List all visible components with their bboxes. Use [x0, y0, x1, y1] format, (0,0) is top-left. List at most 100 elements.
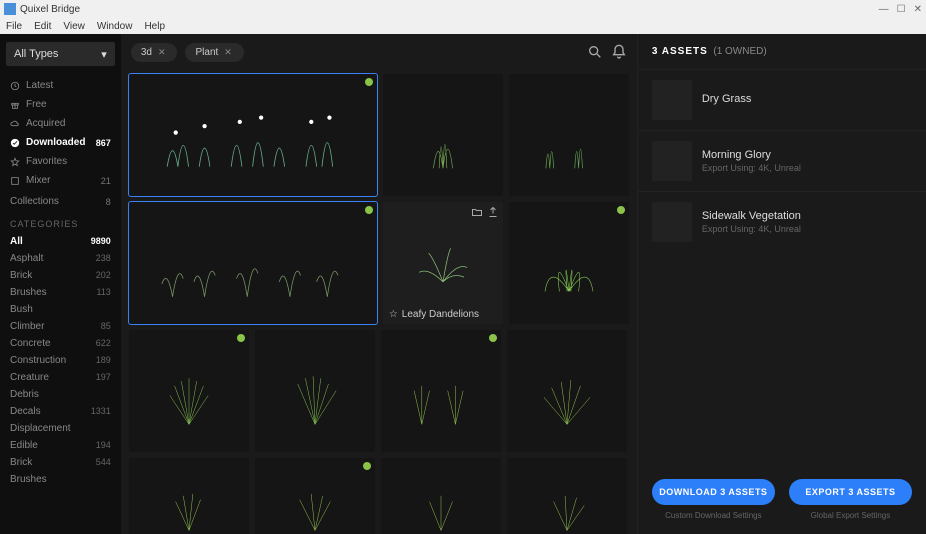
asset-tile[interactable] [255, 330, 375, 452]
menu-view[interactable]: View [63, 21, 85, 32]
category-bush[interactable]: Bush [0, 301, 121, 318]
category-label: Concrete [10, 338, 51, 349]
asset-tile[interactable] [509, 74, 629, 196]
export-settings-link[interactable]: Global Export Settings [811, 511, 891, 520]
asset-tile[interactable] [129, 458, 249, 534]
asset-tile[interactable] [381, 458, 501, 534]
category-climber[interactable]: Climber85 [0, 318, 121, 335]
selected-asset-row[interactable]: Dry Grass [638, 69, 926, 130]
remove-filter-icon[interactable]: ✕ [224, 47, 232, 58]
asset-tile[interactable] [255, 458, 375, 534]
category-concrete[interactable]: Concrete622 [0, 335, 121, 352]
category-creature[interactable]: Creature197 [0, 369, 121, 386]
menu-edit[interactable]: Edit [34, 21, 51, 32]
asset-grid[interactable]: ☆ Leafy Dandelions [121, 70, 637, 534]
sidebar-item-mixer[interactable]: Mixer21 [0, 171, 121, 190]
nav-label: Free [26, 99, 47, 110]
categories-heading: CATEGORIES [0, 211, 121, 233]
menu-window[interactable]: Window [97, 21, 133, 32]
selection-owned: (1 OWNED) [713, 46, 766, 57]
category-brushes[interactable]: Brushes113 [0, 284, 121, 301]
category-count: 113 [96, 287, 110, 298]
asset-tile[interactable] [507, 458, 627, 534]
asset-tile[interactable] [507, 330, 627, 452]
nav-label: Acquired [26, 118, 65, 129]
category-count: 189 [96, 355, 111, 366]
asset-subtitle: Export Using: 4K, Unreal [702, 163, 912, 173]
sidebar-item-favorites[interactable]: Favorites [0, 152, 121, 171]
category-count: 194 [96, 440, 111, 451]
selection-panel: 3 ASSETS (1 OWNED) Dry Grass Morning Glor… [637, 34, 926, 534]
selection-count: 3 ASSETS [652, 46, 708, 57]
category-decals[interactable]: Decals1331 [0, 403, 121, 420]
bell-icon[interactable] [611, 44, 627, 60]
category-brick[interactable]: Brick544 [0, 454, 121, 471]
category-label: Brick [10, 270, 32, 281]
sidebar-item-free[interactable]: Free [0, 95, 121, 114]
category-displacement[interactable]: Displacement [0, 420, 121, 437]
category-label: Decals [10, 406, 41, 417]
sidebar-item-acquired[interactable]: Acquired [0, 114, 121, 133]
collections-count: 8 [106, 197, 111, 207]
category-edible[interactable]: Edible194 [0, 437, 121, 454]
asset-tile[interactable] [383, 74, 503, 196]
type-selector[interactable]: All Types ▾ [6, 42, 115, 66]
close-icon[interactable]: ✕ [914, 4, 922, 15]
chevron-down-icon: ▾ [101, 48, 107, 61]
category-count: 197 [96, 372, 111, 383]
folder-icon[interactable] [471, 206, 483, 218]
asset-name: Dry Grass [702, 93, 912, 105]
asset-tile[interactable] [129, 330, 249, 452]
category-label: Brushes [10, 474, 47, 485]
sidebar-collections[interactable]: Collections 8 [0, 192, 121, 211]
asset-tile[interactable] [129, 202, 377, 324]
gift-icon [10, 100, 20, 110]
filter-plant[interactable]: Plant✕ [185, 43, 243, 62]
asset-tile[interactable] [509, 202, 629, 324]
app-icon [4, 3, 16, 15]
selected-asset-row[interactable]: Morning Glory Export Using: 4K, Unreal [638, 130, 926, 191]
asset-name: Morning Glory [702, 149, 912, 161]
category-label: Displacement [10, 423, 71, 434]
nav-label: Downloaded [26, 137, 85, 148]
nav-count: 21 [101, 176, 111, 186]
minimize-icon[interactable]: — [879, 4, 889, 15]
category-all[interactable]: All9890 [0, 233, 121, 250]
category-asphalt[interactable]: Asphalt238 [0, 250, 121, 267]
sidebar-item-latest[interactable]: Latest [0, 76, 121, 95]
star-icon[interactable]: ☆ [389, 309, 398, 320]
menu-file[interactable]: File [6, 21, 22, 32]
star-icon [10, 157, 20, 167]
search-icon[interactable] [587, 44, 603, 60]
category-debris[interactable]: Debris [0, 386, 121, 403]
asset-tile[interactable] [381, 330, 501, 452]
category-construction[interactable]: Construction 189 [0, 352, 121, 369]
clock-icon [10, 81, 20, 91]
selected-asset-row[interactable]: Sidewalk VegetationExport Using: 4K, Unr… [638, 191, 926, 252]
filter-3d[interactable]: 3d✕ [131, 43, 178, 62]
category-label: Debris [10, 389, 39, 400]
asset-tile[interactable] [129, 74, 377, 196]
downloaded-indicator-icon [365, 206, 373, 214]
category-count: 9890 [91, 236, 111, 247]
main-area: 3d✕ Plant✕ [121, 34, 637, 534]
asset-name: Sidewalk Vegetation [702, 210, 912, 222]
category-brick[interactable]: Brick 202 [0, 267, 121, 284]
type-selector-label: All Types [14, 48, 58, 60]
cloud-icon [10, 119, 20, 129]
category-label: Construction [10, 355, 66, 366]
export-icon[interactable] [487, 206, 499, 218]
remove-filter-icon[interactable]: ✕ [158, 47, 166, 58]
category-count: 202 [96, 270, 111, 281]
export-button[interactable]: EXPORT 3 ASSETS [789, 479, 912, 505]
titlebar: Quixel Bridge — ☐ ✕ [0, 0, 926, 18]
download-settings-link[interactable]: Custom Download Settings [665, 511, 762, 520]
toolbar: 3d✕ Plant✕ [121, 34, 637, 70]
asset-tile-hover[interactable]: ☆ Leafy Dandelions [383, 202, 503, 324]
menu-help[interactable]: Help [144, 21, 165, 32]
maximize-icon[interactable]: ☐ [897, 4, 906, 15]
download-button[interactable]: DOWNLOAD 3 ASSETS [652, 479, 775, 505]
sidebar-item-downloaded[interactable]: Downloaded867 [0, 133, 121, 152]
nav-label: Favorites [26, 156, 67, 167]
category-brushes[interactable]: Brushes [0, 471, 121, 488]
